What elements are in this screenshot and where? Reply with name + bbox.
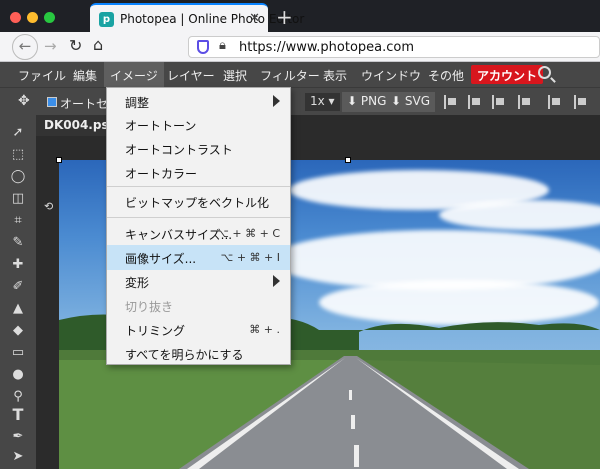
photopea-favicon-icon: p: [99, 12, 114, 27]
menu-item-image-size[interactable]: 画像サイズ... ⌥ + ⌘ + I: [107, 245, 290, 270]
menu-item-shortcut: ⌥ + ⌘ + I: [220, 251, 280, 264]
menu-item-label: 切り抜き: [125, 300, 174, 314]
transform-rotate-icon[interactable]: ⟲: [44, 200, 53, 213]
menu-item-label: オートカラー: [125, 167, 198, 181]
menu-file[interactable]: ファイル: [18, 67, 66, 84]
search-icon[interactable]: [538, 66, 551, 79]
browser-tab-bar: p Photopea | Online Photo Editor ✕ +: [0, 0, 600, 32]
marquee-tool-icon[interactable]: ⬚: [10, 147, 26, 163]
stamp-tool-icon[interactable]: ▲: [10, 301, 26, 317]
image-menu-dropdown: 調整 オートトーン オートコントラスト オートカラー ビットマップをベクトル化 …: [106, 87, 291, 365]
menu-edit[interactable]: 編集: [73, 67, 97, 84]
submenu-arrow-icon: [273, 275, 280, 287]
lasso-tool-icon[interactable]: ◯: [10, 169, 26, 185]
align-left-icon[interactable]: [444, 95, 458, 109]
align-center-icon[interactable]: [468, 95, 482, 109]
menu-item-adjustments[interactable]: 調整: [107, 89, 290, 114]
back-arrow-icon[interactable]: ←: [12, 34, 38, 60]
menu-select[interactable]: 選択: [223, 67, 247, 84]
autoselect-checkbox[interactable]: [47, 97, 57, 107]
menu-item-label: オートコントラスト: [125, 143, 233, 157]
menu-item-shortcut: ⌘ + .: [249, 323, 280, 336]
align-top-icon[interactable]: [518, 95, 532, 109]
new-tab-button[interactable]: +: [276, 5, 293, 29]
align-bottom-icon[interactable]: [574, 95, 588, 109]
eyedropper-tool-icon[interactable]: ✎: [10, 235, 26, 251]
brush-tool-icon[interactable]: ✐: [10, 279, 26, 295]
menu-item-auto-tone[interactable]: オートトーン: [107, 112, 290, 137]
menu-item-shortcut: ⌥ + ⌘ + C: [216, 227, 280, 240]
eraser-tool-icon[interactable]: ◆: [10, 323, 26, 339]
menu-item-transform[interactable]: 変形: [107, 269, 290, 294]
reload-icon[interactable]: ↻: [69, 36, 82, 55]
align-right-icon[interactable]: [492, 95, 506, 109]
transform-handle-top-center[interactable]: [345, 157, 351, 163]
align-middle-icon[interactable]: [548, 95, 562, 109]
tab-close-icon[interactable]: ✕: [249, 11, 260, 26]
menu-item-reveal-all[interactable]: すべてを明らかにする: [107, 341, 290, 366]
export-scale-select[interactable]: 1x ▾: [305, 93, 340, 111]
document-tab[interactable]: DK004.psd: [36, 115, 117, 136]
window-minimize-button[interactable]: [27, 12, 38, 23]
menu-item-label: 画像サイズ...: [125, 252, 197, 266]
blur-tool-icon[interactable]: ●: [10, 367, 26, 383]
export-png-label: PNG: [360, 94, 387, 108]
menu-view[interactable]: 表示: [323, 67, 347, 84]
menu-item-canvas-size[interactable]: キャンバスサイズ... ⌥ + ⌘ + C: [107, 221, 290, 246]
quick-select-tool-icon[interactable]: ◫: [10, 191, 26, 207]
transform-handle-top-left[interactable]: [56, 157, 62, 163]
menu-item-auto-color[interactable]: オートカラー: [107, 160, 290, 185]
menu-item-label: オートトーン: [125, 119, 197, 133]
move-tool-icon[interactable]: ➚: [10, 125, 26, 141]
menu-item-label: すべてを明らかにする: [125, 348, 244, 362]
tracking-shield-icon[interactable]: [197, 40, 209, 54]
export-png-button[interactable]: ⬇ PNG: [342, 92, 392, 112]
menu-item-label: 調整: [125, 96, 150, 110]
healing-tool-icon[interactable]: ✚: [10, 257, 26, 273]
url-text[interactable]: https://www.photopea.com: [239, 40, 414, 55]
menu-separator: [107, 186, 290, 187]
crop-tool-icon[interactable]: ⌗: [10, 213, 26, 229]
browser-navigation-bar: ← → ↻ ⌂ 🔒︎ https://www.photopea.com: [0, 32, 600, 62]
lock-icon[interactable]: 🔒︎: [219, 38, 226, 53]
app-menubar: ファイル 編集 イメージ レイヤー 選択 フィルター 表示 ウインドウ その他 …: [0, 62, 600, 87]
menu-filter[interactable]: フィルター: [260, 67, 320, 84]
forward-arrow-icon[interactable]: →: [44, 37, 57, 55]
move-tool-icon[interactable]: ✥: [18, 93, 30, 109]
menu-window[interactable]: ウインドウ: [361, 67, 421, 84]
window-zoom-button[interactable]: [44, 12, 55, 23]
gradient-tool-icon[interactable]: ▭: [10, 345, 26, 361]
menu-item-crop: 切り抜き: [107, 293, 290, 318]
menu-more[interactable]: その他: [428, 67, 464, 84]
type-tool-icon[interactable]: T: [10, 407, 26, 423]
menu-item-label: トリミング: [125, 324, 186, 338]
menu-layer[interactable]: レイヤー: [167, 67, 215, 84]
browser-tab-photopea[interactable]: p Photopea | Online Photo Editor ✕: [90, 3, 304, 32]
menu-item-trim[interactable]: トリミング ⌘ + .: [107, 317, 290, 342]
menu-item-vectorize-bitmap[interactable]: ビットマップをベクトル化: [107, 189, 290, 214]
menu-image[interactable]: イメージ: [104, 62, 164, 87]
window-close-button[interactable]: [10, 12, 21, 23]
account-button[interactable]: アカウント: [471, 65, 544, 84]
menu-separator: [107, 217, 290, 218]
menu-item-auto-contrast[interactable]: オートコントラスト: [107, 136, 290, 161]
pen-tool-icon[interactable]: ✒: [10, 429, 26, 445]
tools-panel: ➚ ⬚ ◯ ◫ ⌗ ✎ ✚ ✐ ▲ ◆ ▭ ● ⚲ T ✒ ➤: [0, 115, 36, 469]
export-svg-label: SVG: [404, 94, 430, 108]
path-select-tool-icon[interactable]: ➤: [10, 449, 26, 465]
export-svg-button[interactable]: ⬇ SVG: [386, 92, 435, 112]
address-bar[interactable]: 🔒︎ https://www.photopea.com: [188, 36, 600, 58]
home-icon[interactable]: ⌂: [93, 35, 103, 54]
menu-item-label: 変形: [125, 276, 150, 290]
dodge-tool-icon[interactable]: ⚲: [10, 389, 26, 405]
menu-item-label: ビットマップをベクトル化: [125, 196, 270, 210]
submenu-arrow-icon: [273, 95, 280, 107]
tool-options-bar: ✥ オートセレ 1x ▾ ⬇ PNG ⬇ SVG: [0, 87, 600, 115]
